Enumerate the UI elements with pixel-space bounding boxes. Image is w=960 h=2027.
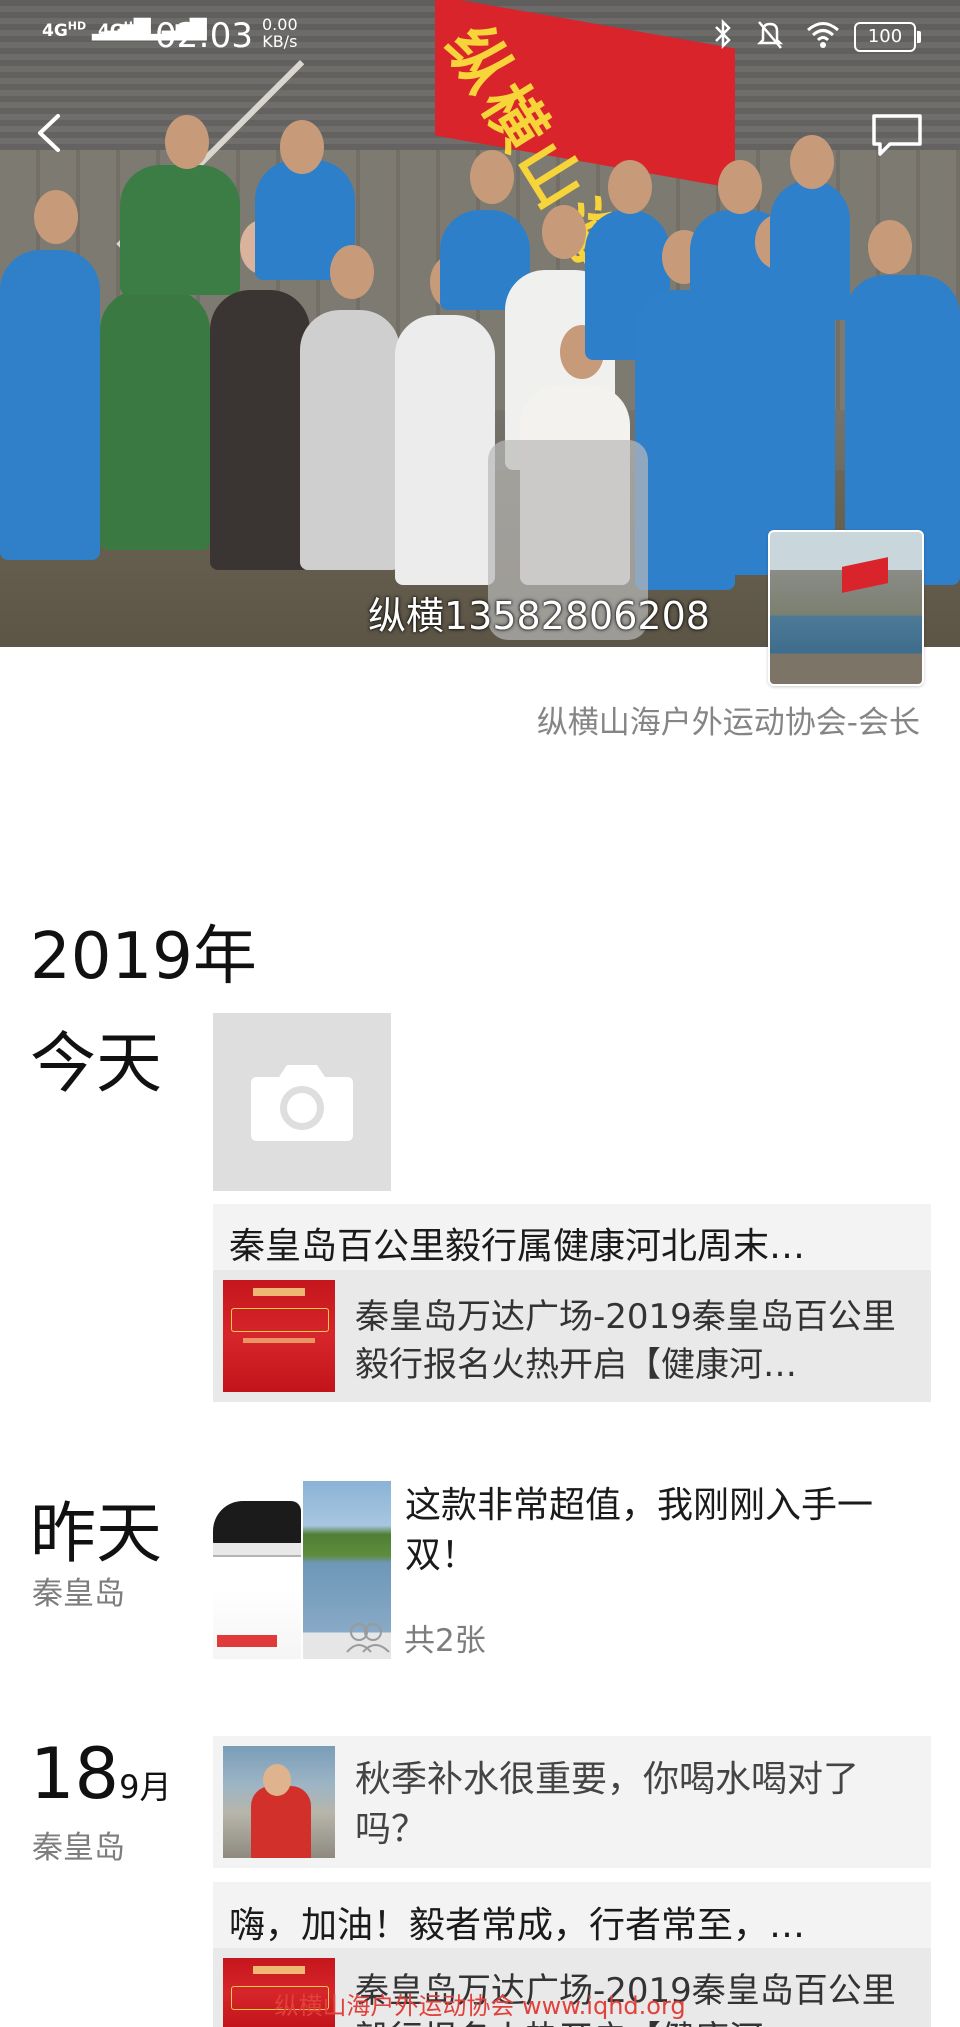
moments-album-page: 纵横山海 4GHD ▂▃▅▇ 4GHD ▂▃▅▇ 02:03 0.00 KB/s…	[0, 0, 960, 2027]
battery-indicator: 100	[854, 22, 921, 52]
location-label-yesterday: 秦皇岛	[32, 1576, 125, 1612]
network-speed: 0.00 KB/s	[262, 16, 298, 50]
chevron-left-icon	[38, 114, 60, 152]
date-label-sep18: 189月	[30, 1733, 171, 1815]
post-title-sep18: 嗨，加油！毅者常成，行者常至，…	[229, 1905, 806, 1946]
mute-bell-icon	[755, 21, 806, 57]
wifi-icon	[806, 22, 840, 57]
cover-caption: 纵横13582806208	[368, 594, 710, 638]
back-button[interactable]	[26, 108, 76, 158]
network-hd-1: HD	[67, 19, 87, 33]
post-photo-button[interactable]	[213, 1013, 391, 1191]
network-type-1: 4G	[42, 21, 68, 41]
date-day: 18	[30, 1733, 120, 1815]
photo-shoe[interactable]	[213, 1481, 301, 1659]
link-text-today: 秦皇岛万达广场-2019秦皇岛百公里毅行报名火热开启【健康河…	[355, 1297, 896, 1385]
network-speed-value: 0.00	[262, 15, 298, 34]
network-type-2: 4G	[98, 21, 124, 41]
photo-count: 共2张	[404, 1623, 486, 1659]
day-label-today: 今天	[30, 1025, 162, 1102]
post-title-today: 秦皇岛百公里毅行属健康河北周末…	[229, 1226, 806, 1267]
status-time: 02:03	[155, 16, 253, 56]
camera-icon	[251, 1065, 353, 1141]
link-thumbnail	[223, 1280, 335, 1392]
post-text-yesterday[interactable]: 这款非常超值，我刚刚入手一双！	[405, 1481, 925, 1581]
status-icons	[712, 18, 840, 57]
year-heading: 2019年	[30, 920, 257, 994]
network-hd-2: HD	[123, 19, 143, 33]
status-bar: 4GHD ▂▃▅▇ 4GHD ▂▃▅▇ 02:03 0.00 KB/s 100	[0, 0, 960, 72]
avatar-flag	[842, 557, 888, 593]
multi-photo-icon	[346, 1623, 390, 1653]
avatar[interactable]	[768, 530, 924, 686]
message-button[interactable]	[870, 112, 924, 158]
bluetooth-icon	[712, 18, 755, 57]
profile-signature: 纵横山海户外运动协会-会长	[536, 705, 920, 741]
post-text-water: 秋季补水很重要，你喝水喝对了吗？	[355, 1759, 860, 1850]
location-label-sep18: 秦皇岛	[32, 1830, 125, 1866]
date-month: 9月	[119, 1768, 172, 1806]
day-label-yesterday: 昨天	[30, 1495, 162, 1572]
chat-bubble-icon	[872, 114, 922, 156]
water-thumbnail	[223, 1746, 335, 1858]
network-speed-unit: KB/s	[262, 32, 298, 51]
watermark: 纵横山海户外运动协会 www.iqhd.org	[274, 1992, 686, 2020]
